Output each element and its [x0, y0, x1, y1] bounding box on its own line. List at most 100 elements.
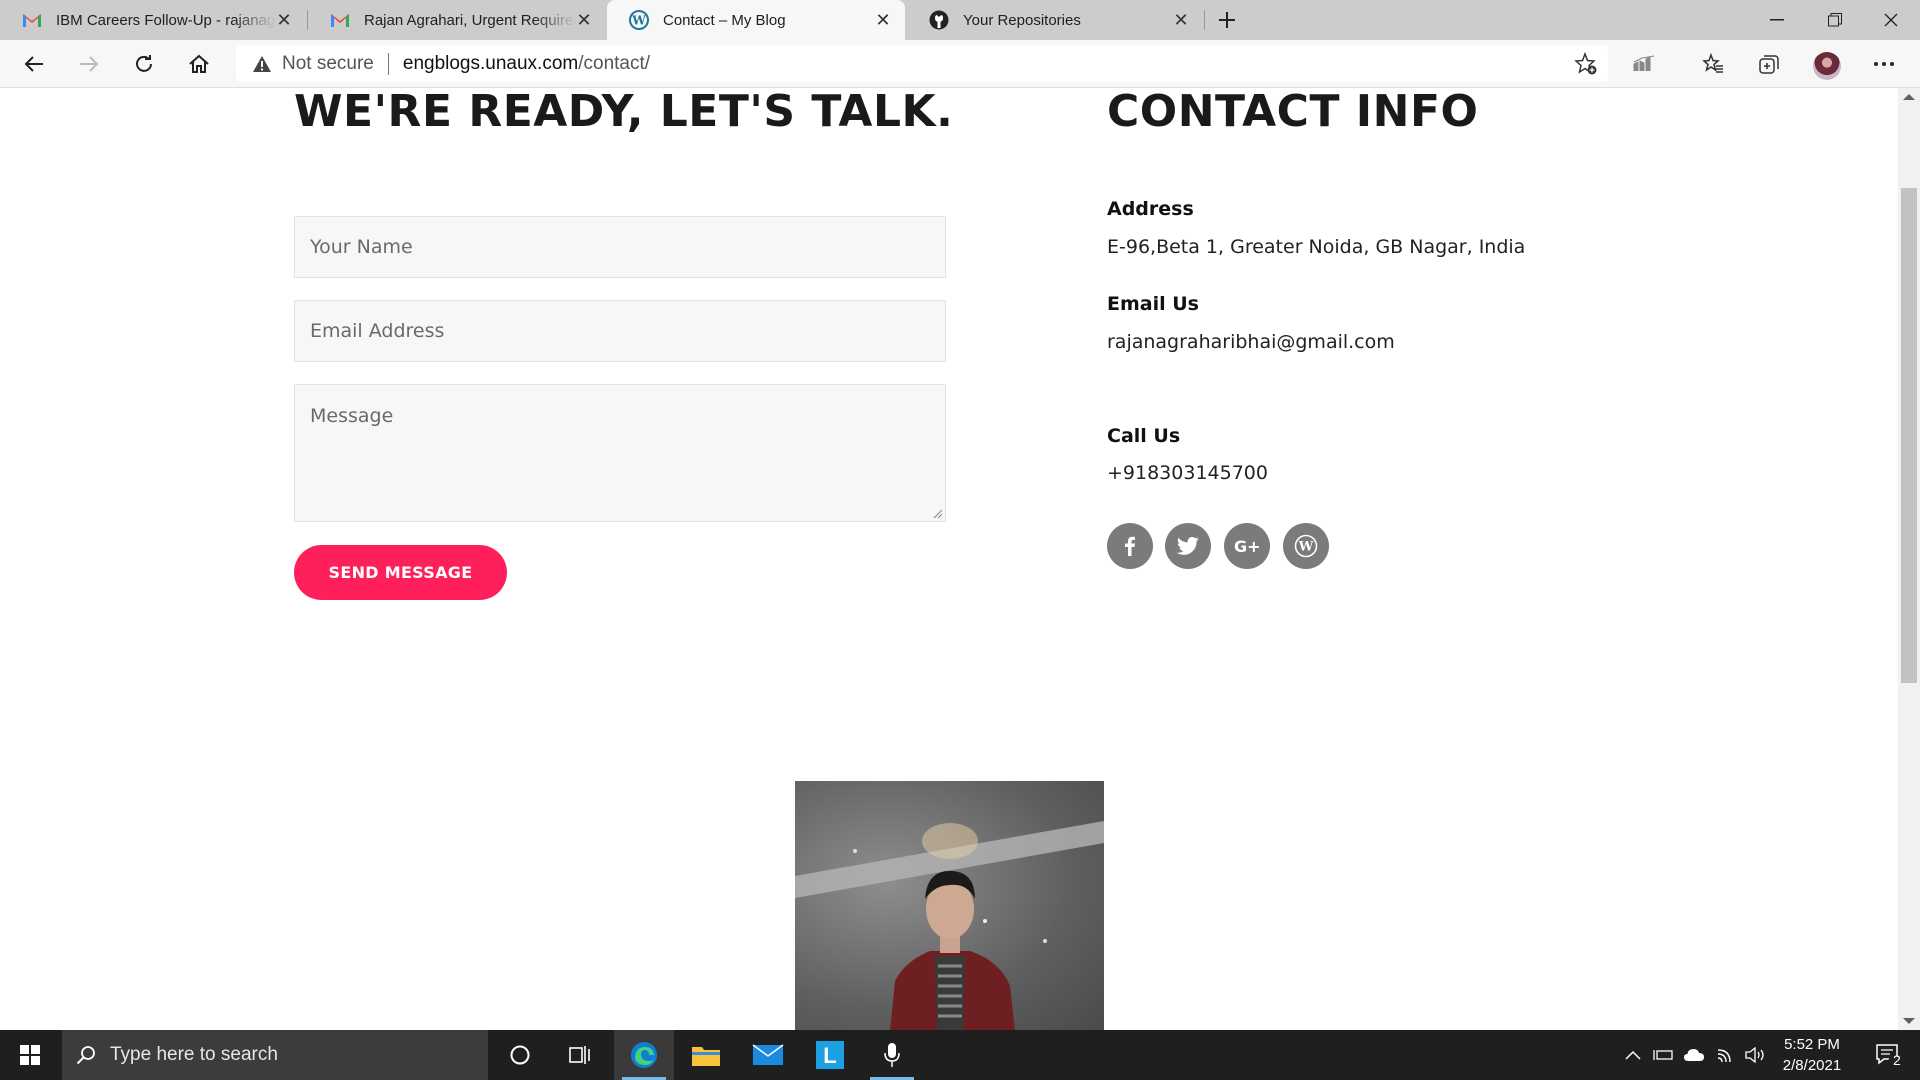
- gmail-icon: [330, 12, 350, 28]
- battery-button[interactable]: [1652, 1030, 1674, 1080]
- minimize-button[interactable]: [1748, 0, 1806, 40]
- favorites-icon: [1702, 52, 1723, 73]
- restore-button[interactable]: [1806, 0, 1864, 40]
- scroll-down-arrow[interactable]: [1903, 1018, 1915, 1024]
- address-value: E-96,Beta 1, Greater Noida, GB Nagar, In…: [1107, 236, 1526, 258]
- windows-taskbar: Type here to search L 5:52 PM 2/8/2021 2: [0, 1030, 1920, 1080]
- tab-gmail-rajan[interactable]: Rajan Agrahari, Urgent Requirement ✕: [308, 0, 606, 40]
- name-input[interactable]: Your Name: [294, 216, 946, 278]
- github-icon: [929, 10, 949, 30]
- twitter-button[interactable]: [1165, 523, 1211, 569]
- task-view-button[interactable]: [556, 1030, 604, 1080]
- task-view-icon: [569, 1046, 590, 1064]
- close-tab-icon[interactable]: ✕: [276, 10, 292, 30]
- url-host: engblogs.unaux.com: [402, 52, 579, 74]
- taskbar-recorder[interactable]: [862, 1030, 922, 1080]
- start-button[interactable]: [0, 1030, 60, 1080]
- volume-button[interactable]: [1744, 1030, 1768, 1080]
- chart-extension-icon: [1633, 55, 1655, 71]
- taskbar-l-app[interactable]: L: [800, 1030, 860, 1080]
- search-placeholder: Type here to search: [110, 1044, 278, 1065]
- close-icon: [1884, 13, 1898, 27]
- call-label: Call Us: [1107, 425, 1181, 447]
- taskbar-clock[interactable]: 5:52 PM 2/8/2021: [1768, 1034, 1856, 1076]
- page-scrollbar[interactable]: [1898, 88, 1920, 1030]
- scroll-thumb[interactable]: [1901, 188, 1917, 683]
- close-tab-icon[interactable]: ✕: [875, 10, 891, 30]
- google-plus-button[interactable]: G+: [1224, 523, 1270, 569]
- collections-button[interactable]: [1751, 46, 1787, 82]
- svg-text:W: W: [1298, 540, 1314, 555]
- tab-gmail-ibm[interactable]: IBM Careers Follow-Up - rajanagraharibha…: [0, 0, 306, 40]
- favorites-button[interactable]: [1695, 46, 1731, 82]
- tab-contact-blog[interactable]: W Contact – My Blog ✕: [607, 0, 905, 40]
- facebook-icon: [1125, 536, 1135, 556]
- tab-strip: IBM Careers Follow-Up - rajanagraharibha…: [0, 0, 1920, 40]
- close-tab-icon[interactable]: ✕: [1173, 10, 1189, 30]
- scroll-up-arrow[interactable]: [1903, 94, 1915, 100]
- windows-logo-icon: [20, 1045, 40, 1065]
- close-tab-icon[interactable]: ✕: [576, 10, 592, 30]
- wifi-button[interactable]: [1714, 1030, 1738, 1080]
- taskbar-search[interactable]: Type here to search: [62, 1030, 488, 1080]
- home-button[interactable]: [181, 46, 217, 82]
- email-placeholder: Email Address: [310, 320, 445, 342]
- settings-menu-button[interactable]: [1866, 46, 1902, 82]
- speaker-icon: [1745, 1047, 1764, 1063]
- action-center-button[interactable]: 2: [1866, 1030, 1910, 1080]
- add-favorite-button[interactable]: [1568, 46, 1604, 82]
- page-content: WE'RE READY, LET'S TALK. CONTACT INFO Yo…: [0, 88, 1898, 1030]
- taskbar-edge[interactable]: [614, 1030, 674, 1080]
- message-placeholder: Message: [310, 405, 394, 427]
- extension-button[interactable]: [1626, 46, 1662, 82]
- send-message-button[interactable]: SEND MESSAGE: [294, 545, 507, 600]
- close-window-button[interactable]: [1862, 0, 1920, 40]
- edge-icon: [631, 1042, 657, 1068]
- notification-count: 2: [1893, 1052, 1901, 1068]
- refresh-button[interactable]: [126, 46, 162, 82]
- warning-icon[interactable]: [252, 55, 272, 73]
- forward-button[interactable]: [71, 46, 107, 82]
- restore-icon: [1828, 13, 1842, 27]
- profile-avatar[interactable]: [1813, 52, 1841, 80]
- show-hidden-icons-button[interactable]: [1622, 1030, 1644, 1080]
- chevron-up-icon: [1625, 1050, 1641, 1060]
- email-label: Email Us: [1107, 293, 1199, 315]
- more-icon: [1874, 62, 1894, 66]
- arrow-right-icon: [80, 56, 99, 72]
- security-label[interactable]: Not secure: [282, 53, 374, 75]
- wordpress-icon: W: [1294, 534, 1318, 558]
- clock-date: 2/8/2021: [1782, 1057, 1842, 1074]
- search-icon: [76, 1046, 95, 1065]
- resize-handle-icon[interactable]: [933, 509, 943, 519]
- email-value[interactable]: rajanagraharibhai@gmail.com: [1107, 331, 1395, 353]
- cortana-icon: [510, 1045, 530, 1065]
- onedrive-button[interactable]: [1682, 1030, 1706, 1080]
- contact-info-heading: CONTACT INFO: [1107, 88, 1479, 137]
- call-value[interactable]: +918303145700: [1107, 462, 1268, 484]
- browser-toolbar: Not secure engblogs.unaux.com/contact/: [0, 40, 1920, 88]
- svg-text:L: L: [823, 1043, 836, 1068]
- mail-icon: [752, 1044, 784, 1065]
- wordpress-button[interactable]: W: [1283, 523, 1329, 569]
- contact-form-heading: WE'RE READY, LET'S TALK.: [294, 88, 954, 137]
- google-plus-icon: G+: [1234, 537, 1261, 556]
- taskbar-mail[interactable]: [738, 1030, 798, 1080]
- clock-time: 5:52 PM: [1784, 1036, 1840, 1053]
- new-tab-button[interactable]: [1209, 2, 1245, 38]
- name-placeholder: Your Name: [310, 236, 413, 258]
- email-input[interactable]: Email Address: [294, 300, 946, 362]
- svg-text:G+: G+: [1234, 537, 1261, 556]
- facebook-button[interactable]: [1107, 523, 1153, 569]
- tab-title: IBM Careers Follow-Up - rajanagraharibha…: [56, 11, 276, 29]
- folder-icon: [692, 1047, 720, 1066]
- taskbar-file-explorer[interactable]: [676, 1030, 736, 1080]
- arrow-left-icon: [24, 56, 43, 72]
- divider: [387, 52, 389, 75]
- message-textarea[interactable]: Message: [294, 384, 946, 522]
- gmail-icon: [22, 12, 42, 28]
- back-button[interactable]: [16, 46, 52, 82]
- cortana-button[interactable]: [496, 1030, 544, 1080]
- tab-github-repos[interactable]: Your Repositories ✕: [907, 0, 1203, 40]
- address-bar[interactable]: Not secure engblogs.unaux.com/contact/: [236, 45, 1608, 82]
